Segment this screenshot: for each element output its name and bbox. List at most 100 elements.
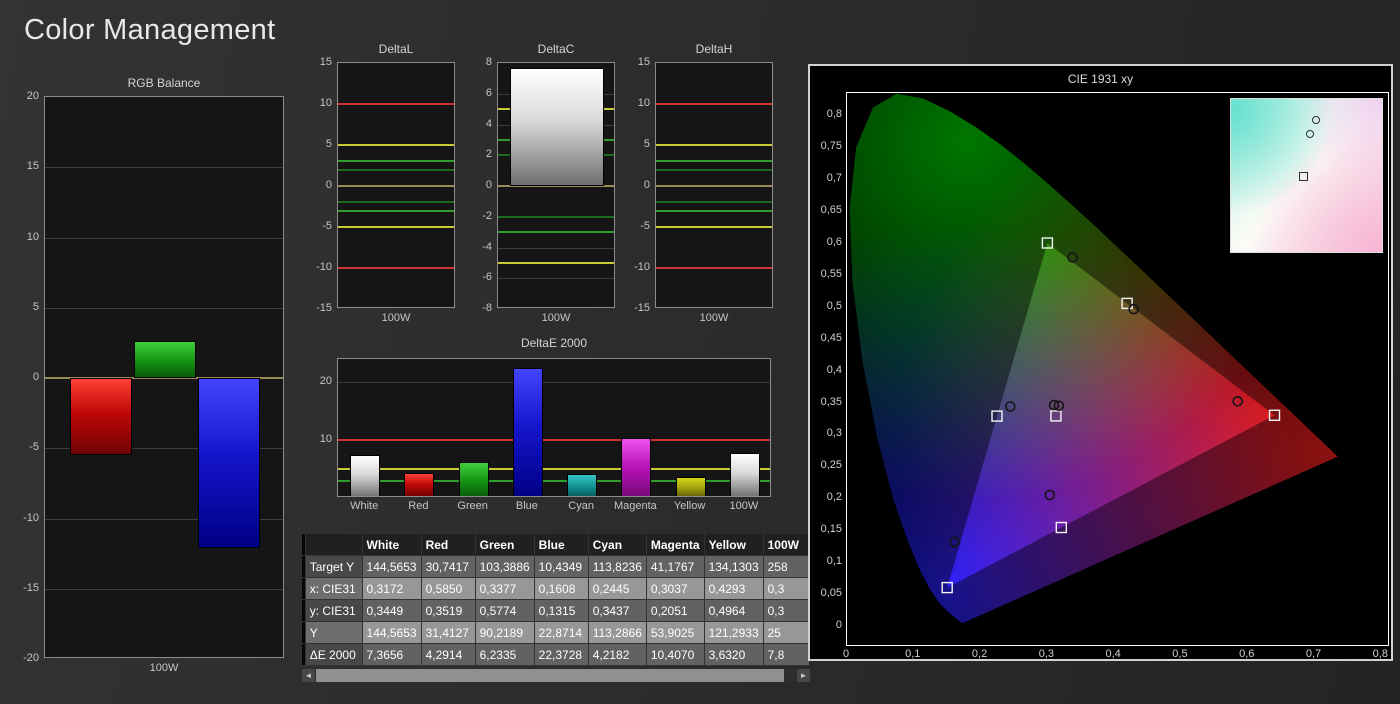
plot-area bbox=[44, 96, 284, 658]
cie-x-tick-label: 0,4 bbox=[1105, 648, 1121, 660]
bar-green bbox=[458, 461, 489, 496]
row-label[interactable]: y: CIE31 bbox=[305, 599, 363, 622]
x-axis-label: 100W bbox=[699, 312, 729, 324]
cell: 113,8236 bbox=[588, 555, 647, 578]
y-tick-label: -10 bbox=[23, 511, 39, 524]
cell: 7,3656 bbox=[362, 643, 422, 666]
y-tick-label: 15 bbox=[319, 56, 332, 68]
cie-x-tick-label: 0,5 bbox=[1172, 648, 1188, 660]
gridline bbox=[338, 382, 770, 384]
row-label[interactable]: Y bbox=[305, 621, 363, 644]
cell: 4,2914 bbox=[421, 643, 476, 666]
cie-y-tick-label: 0,55 bbox=[820, 267, 842, 280]
y-tick-label: 15 bbox=[26, 160, 39, 173]
bar-magenta bbox=[621, 437, 652, 496]
cie-y-tick-label: 0,35 bbox=[820, 395, 842, 408]
cell: 53,9025 bbox=[646, 621, 705, 644]
category-label-white: White bbox=[350, 500, 379, 512]
bar-100w bbox=[510, 67, 604, 186]
gridline bbox=[45, 307, 283, 309]
cell: 0,3 bbox=[763, 577, 810, 600]
cell: 22,8714 bbox=[534, 621, 589, 644]
column-header: Green bbox=[475, 534, 535, 556]
y-tick-label: -20 bbox=[23, 652, 39, 664]
y-tick-label: 15 bbox=[637, 56, 650, 68]
column-header: Magenta bbox=[646, 534, 705, 556]
cie-y-tick-label: 0,7 bbox=[826, 172, 842, 185]
row-label[interactable]: ΔE 2000 bbox=[305, 643, 363, 666]
reference-line-yellow bbox=[338, 144, 454, 146]
table-row: y: CIE31 0,3449 0,3519 0,5774 0,1315 0,3437 0,… bbox=[302, 599, 810, 622]
cell: 6,2335 bbox=[475, 643, 535, 666]
measurement-grid: White Red Green Blue Cyan Magenta Yellow 100W Ta… bbox=[302, 534, 810, 666]
y-tick-label: 20 bbox=[319, 375, 332, 388]
table-body: Target Y 144,5653 30,7417 103,3886 10,4349 11… bbox=[302, 555, 810, 666]
column-header: White bbox=[362, 534, 422, 556]
cell: 0,1608 bbox=[534, 577, 589, 600]
reference-line-green bbox=[338, 160, 454, 163]
bar-white bbox=[350, 455, 381, 496]
cell: 22,3728 bbox=[534, 643, 589, 666]
chart-title: DeltaC bbox=[537, 42, 575, 56]
cell: 7,8 bbox=[763, 643, 810, 666]
cie-x-tick-label: 0,2 bbox=[971, 648, 988, 660]
white-point-zoom-inset bbox=[1230, 98, 1383, 253]
reference-line-yellow bbox=[498, 261, 614, 264]
inset-target-square bbox=[1299, 171, 1309, 181]
zero-line bbox=[338, 185, 454, 187]
y-tick-label: 4 bbox=[485, 117, 492, 130]
cell: 0,3437 bbox=[588, 599, 647, 622]
table-horizontal-scrollbar[interactable]: ◄ ► bbox=[302, 669, 810, 682]
reference-line-yellow bbox=[338, 226, 454, 228]
cell: 10,4349 bbox=[534, 555, 589, 578]
cell: 30,7417 bbox=[421, 555, 476, 578]
cell: 0,3449 bbox=[362, 599, 422, 622]
cie-y-tick-label: 0,2 bbox=[826, 491, 842, 504]
reference-line-green bbox=[656, 160, 772, 163]
plot-area bbox=[655, 62, 773, 308]
cell: 134,1303 bbox=[704, 555, 764, 578]
category-label-cyan: Cyan bbox=[568, 500, 594, 512]
y-tick-label: -10 bbox=[316, 261, 332, 273]
cell: 144,5653 bbox=[362, 621, 422, 644]
bar-blue bbox=[198, 378, 260, 548]
chart-title: RGB Balance bbox=[127, 76, 201, 90]
cie-y-tick-label: 0,45 bbox=[820, 331, 842, 344]
y-tick-label: 0 bbox=[325, 179, 332, 191]
bar-blue bbox=[512, 368, 543, 496]
row-label[interactable]: Target Y bbox=[305, 555, 363, 578]
y-tick-label: -15 bbox=[23, 581, 39, 594]
y-tick-label: 10 bbox=[637, 97, 650, 109]
y-tick-label: 5 bbox=[643, 138, 650, 150]
reference-line-green_dim bbox=[656, 168, 772, 171]
cie-1931-panel: CIE 1931 xy 0,8 0,75 0,7 0,65 0,6 0,55 0,5 0,45… bbox=[808, 64, 1393, 661]
cell: 0,5850 bbox=[421, 577, 476, 600]
scroll-right-button[interactable]: ► bbox=[797, 669, 810, 682]
y-tick-label: -2 bbox=[482, 209, 492, 222]
y-tick-label: 20 bbox=[26, 90, 39, 102]
zero-line bbox=[656, 185, 772, 187]
plot-area bbox=[497, 62, 615, 308]
rgb-balance-chart: RGB Balance 20 15 10 5 0 -5 -10 -15 -20 100W bbox=[8, 76, 290, 688]
cell: 3,6320 bbox=[704, 643, 764, 666]
reference-line-green bbox=[656, 209, 772, 212]
bar-red bbox=[70, 378, 132, 456]
table-row: Target Y 144,5653 30,7417 103,3886 10,4349 11… bbox=[302, 555, 810, 578]
scrollbar-thumb[interactable] bbox=[316, 669, 784, 682]
scroll-left-button[interactable]: ◄ bbox=[302, 669, 315, 682]
y-tick-label: 5 bbox=[325, 138, 332, 150]
gridline bbox=[45, 237, 283, 239]
y-tick-label: 10 bbox=[26, 230, 39, 243]
cell: 10,4070 bbox=[646, 643, 705, 666]
chart-title: DeltaE 2000 bbox=[520, 336, 588, 350]
cie-y-tick-label: 0,65 bbox=[820, 204, 842, 217]
row-label[interactable]: x: CIE31 bbox=[305, 577, 363, 600]
cie-x-tick-label: 0,1 bbox=[905, 648, 921, 660]
reference-line-green_dim bbox=[498, 215, 614, 218]
y-tick-label: 10 bbox=[319, 433, 332, 446]
inset-measured-circle bbox=[1305, 130, 1314, 139]
cell: 113,2866 bbox=[588, 621, 647, 644]
category-label-blue: Blue bbox=[515, 500, 538, 512]
cie-x-tick-label: 0,6 bbox=[1239, 648, 1255, 660]
cell: 103,3886 bbox=[475, 555, 535, 578]
